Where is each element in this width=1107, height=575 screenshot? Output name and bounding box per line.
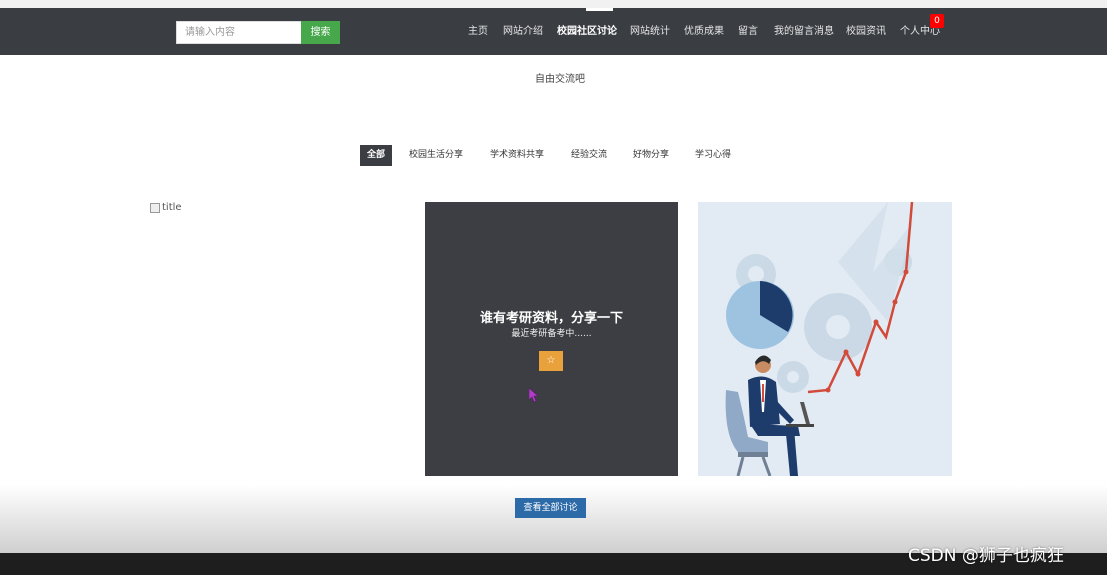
broken-post-image[interactable]: title bbox=[150, 202, 182, 213]
nav-quality-results[interactable]: 优质成果 bbox=[684, 23, 724, 41]
watermark-text: CSDN @狮子也疯狂 bbox=[908, 546, 1064, 566]
nav-site-stats[interactable]: 网站统计 bbox=[630, 23, 670, 41]
nav-home[interactable]: 主页 bbox=[468, 23, 488, 41]
nav-my-messages[interactable]: 我的留言消息 bbox=[774, 23, 834, 41]
nav-active-indicator bbox=[586, 8, 613, 11]
favorite-button[interactable]: ☆ bbox=[539, 351, 563, 371]
featured-post-card[interactable]: 谁有考研资料，分享一下 最近考研备考中...... ☆ bbox=[425, 202, 678, 476]
image-alt-text: title bbox=[162, 202, 182, 213]
nav-messages[interactable]: 留言 bbox=[738, 23, 758, 41]
tab-all[interactable]: 全部 bbox=[360, 145, 393, 166]
business-growth-illustration-icon bbox=[698, 202, 952, 476]
search-input[interactable]: 请输入内容 bbox=[176, 21, 302, 44]
nav-campus-forum[interactable]: 校园社区讨论 bbox=[557, 23, 617, 41]
tab-study-notes[interactable]: 学习心得 bbox=[695, 145, 731, 166]
tab-goods[interactable]: 好物分享 bbox=[633, 145, 669, 166]
post-illustration-card[interactable] bbox=[698, 202, 952, 476]
nav-campus-news[interactable]: 校园资讯 bbox=[846, 23, 886, 41]
tab-experience[interactable]: 经验交流 bbox=[571, 145, 607, 166]
search-button[interactable]: 搜索 bbox=[301, 21, 340, 44]
tab-academic[interactable]: 学术资料共享 bbox=[490, 145, 544, 166]
page-subtitle: 自由交流吧 bbox=[535, 74, 585, 85]
post-title: 谁有考研资料，分享一下 bbox=[479, 311, 623, 326]
notification-badge: 0 bbox=[930, 14, 944, 28]
mouse-cursor-icon bbox=[529, 388, 539, 402]
nav-site-intro[interactable]: 网站介绍 bbox=[503, 23, 543, 41]
view-all-discussions-button[interactable]: 查看全部讨论 bbox=[515, 498, 586, 518]
broken-image-icon bbox=[150, 202, 160, 213]
top-strip bbox=[0, 0, 1107, 8]
tab-campus-life[interactable]: 校园生活分享 bbox=[409, 145, 463, 166]
post-excerpt: 最近考研备考中...... bbox=[511, 329, 592, 339]
